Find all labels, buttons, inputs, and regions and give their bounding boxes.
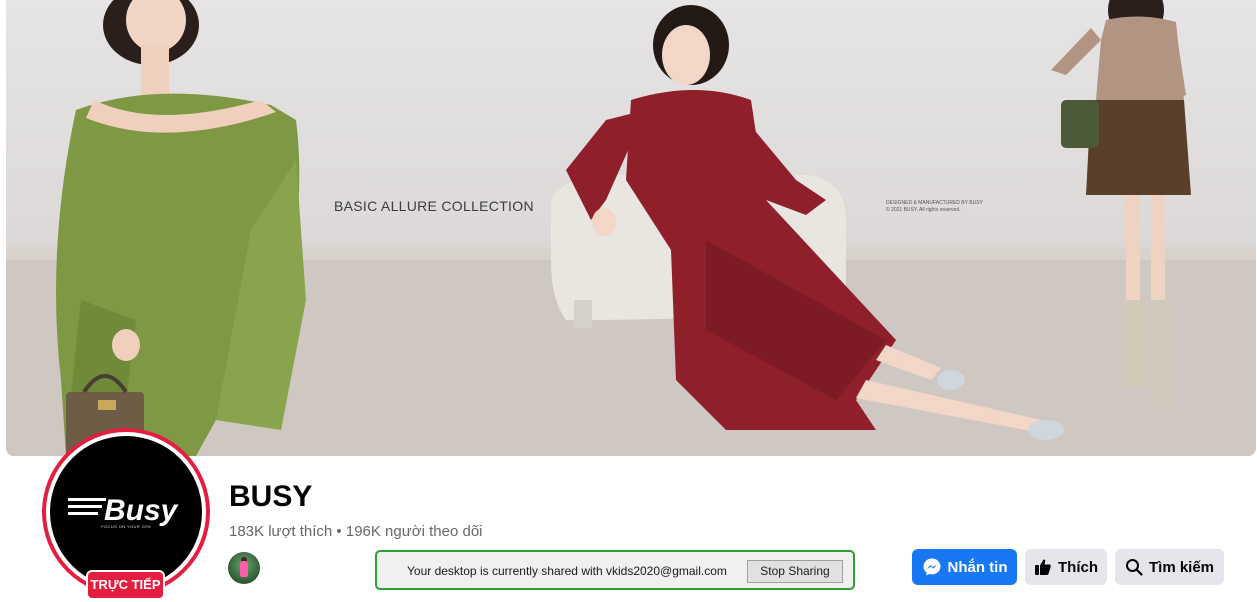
logo-tagline: FOCUS ON YOUR 20% [101, 524, 151, 529]
page-title[interactable]: BUSY [229, 480, 312, 514]
message-button[interactable]: Nhắn tin [912, 549, 1017, 585]
friend-avatar[interactable] [228, 552, 260, 584]
screen-share-message: Your desktop is currently shared with vk… [407, 564, 727, 578]
cover-photo[interactable]: BASIC ALLURE COLLECTION DESIGNED & MANUF… [6, 0, 1256, 456]
cover-headline: BASIC ALLURE COLLECTION [334, 198, 534, 214]
thumbs-up-icon [1035, 559, 1051, 575]
stop-sharing-button[interactable]: Stop Sharing [747, 560, 843, 583]
like-button-label: Thích [1058, 558, 1098, 576]
screen-share-bar: Your desktop is currently shared with vk… [375, 550, 855, 590]
cover-credit-line: © 2021 BUSY. All rights reserved. [886, 207, 961, 213]
cover-credit-line: DESIGNED & MANUFACTURED BY BUSY [886, 200, 983, 206]
friend-avatar-figure [240, 561, 248, 577]
messenger-icon [923, 558, 940, 576]
message-button-label: Nhắn tin [947, 558, 1008, 576]
search-icon [1125, 559, 1143, 576]
cover-credit: DESIGNED & MANUFACTURED BY BUSY © 2021 B… [886, 200, 1006, 214]
page-stats[interactable]: 183K lượt thích • 196K người theo dõi [229, 523, 483, 540]
busy-logo-text: Busy [104, 494, 179, 527]
search-button-label: Tìm kiếm [1148, 558, 1215, 576]
profile-avatar[interactable]: Busy FOCUS ON YOUR 20% [50, 436, 202, 588]
live-badge[interactable]: TRỰC TIẾP [88, 572, 163, 598]
cover-illustration [6, 0, 1256, 456]
busy-logo: Busy [68, 494, 179, 527]
search-button[interactable]: Tìm kiếm [1115, 549, 1224, 585]
like-button[interactable]: Thích [1025, 549, 1107, 585]
